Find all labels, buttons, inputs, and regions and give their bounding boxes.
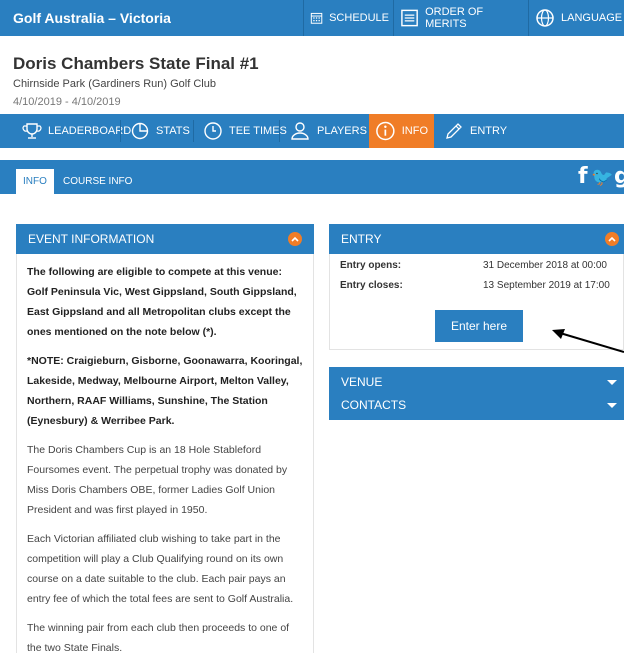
event-information-header[interactable]: EVENT INFORMATION xyxy=(16,224,314,254)
venue-title: VENUE xyxy=(341,375,383,389)
tab-entry[interactable]: ENTRY xyxy=(438,114,513,148)
collapse-toggle-icon[interactable] xyxy=(605,232,619,246)
facebook-icon[interactable]: f xyxy=(578,164,588,189)
site-brand[interactable]: Golf Australia – Victoria xyxy=(13,10,171,26)
pen-icon xyxy=(446,123,462,139)
event-description: The Doris Chambers Cup is an 18 Hole Sta… xyxy=(27,444,288,516)
entry-opens-row: Entry opens: 31 December 2018 at 00:00 xyxy=(340,260,624,276)
tab-leaderboard-label: LEADERBOARD xyxy=(48,125,132,137)
contacts-title: CONTACTS xyxy=(341,398,407,412)
tab-players-label: PLAYERS xyxy=(317,125,367,137)
event-information-body: The following are eligible to compete at… xyxy=(16,254,314,653)
chevron-down-icon[interactable] xyxy=(607,403,617,408)
tab-stats[interactable]: STATS xyxy=(124,114,196,148)
eligibility-text: The following are eligible to compete at… xyxy=(27,266,297,338)
trophy-icon xyxy=(22,123,42,139)
entry-opens-value: 31 December 2018 at 00:00 xyxy=(483,260,607,271)
event-venue: Chirnside Park (Gardiners Run) Golf Club xyxy=(13,78,216,90)
info-subnav: INFO COURSE INFO f 🐦 g xyxy=(0,160,624,194)
tab-players[interactable]: PLAYERS xyxy=(283,114,373,148)
entry-header[interactable]: ENTRY xyxy=(329,224,624,254)
info-icon xyxy=(376,121,395,141)
players-icon xyxy=(291,122,309,140)
nav-divider xyxy=(193,120,194,142)
event-information-title: EVENT INFORMATION xyxy=(28,232,155,246)
tab-info[interactable]: INFO xyxy=(369,114,434,148)
collapse-toggle-icon[interactable] xyxy=(288,232,302,246)
qualifying-description: Each Victorian affiliated club wishing t… xyxy=(27,533,294,605)
entry-closes-value: 13 September 2019 at 17:00 xyxy=(483,280,610,291)
tab-entry-label: ENTRY xyxy=(470,125,508,137)
event-title: Doris Chambers State Final #1 xyxy=(13,54,259,73)
subtab-info[interactable]: INFO xyxy=(16,169,54,194)
pie-chart-icon xyxy=(131,122,149,140)
event-dates: 4/10/2019 - 4/10/2019 xyxy=(13,96,121,108)
calendar-icon xyxy=(310,12,323,24)
nav-divider xyxy=(279,120,280,142)
google-plus-icon[interactable]: g xyxy=(614,164,624,189)
contacts-header[interactable]: CONTACTS xyxy=(329,390,624,420)
tab-leaderboard[interactable]: LEADERBOARD xyxy=(16,114,137,148)
finals-description: The winning pair from each club then pro… xyxy=(27,622,290,653)
event-nav: LEADERBOARD STATS TEE TIMES PLAYERS INFO xyxy=(0,114,624,148)
entry-title: ENTRY xyxy=(341,232,382,246)
exclusion-note: *NOTE: Craigieburn, Gisborne, Goonawarra… xyxy=(27,355,303,427)
tab-stats-label: STATS xyxy=(156,125,190,137)
globe-icon xyxy=(536,9,554,27)
entry-closes-row: Entry closes: 13 September 2019 at 17:00 xyxy=(340,280,624,296)
entry-closes-label: Entry closes: xyxy=(340,280,403,291)
nav-order-of-merits[interactable]: ORDER OF MERITS xyxy=(393,0,523,36)
enter-here-button[interactable]: Enter here xyxy=(435,310,523,342)
top-bar: Golf Australia – Victoria SCHEDULE ORDER… xyxy=(0,0,624,36)
nav-order-of-merits-label: ORDER OF MERITS xyxy=(425,6,484,30)
nav-schedule-label: SCHEDULE xyxy=(329,12,389,24)
nav-language-label: LANGUAGE xyxy=(561,12,623,24)
tab-info-label: INFO xyxy=(401,125,428,137)
annotation-arrow-icon xyxy=(552,329,624,353)
twitter-icon[interactable]: 🐦 xyxy=(591,167,613,188)
list-icon xyxy=(401,9,418,27)
nav-language[interactable]: LANGUAGE xyxy=(528,0,624,36)
chevron-down-icon[interactable] xyxy=(607,380,617,385)
clock-icon xyxy=(204,122,222,140)
subtab-course-info[interactable]: COURSE INFO xyxy=(56,169,139,194)
nav-schedule[interactable]: SCHEDULE xyxy=(303,0,389,36)
nav-divider xyxy=(120,120,121,142)
entry-opens-label: Entry opens: xyxy=(340,260,402,271)
